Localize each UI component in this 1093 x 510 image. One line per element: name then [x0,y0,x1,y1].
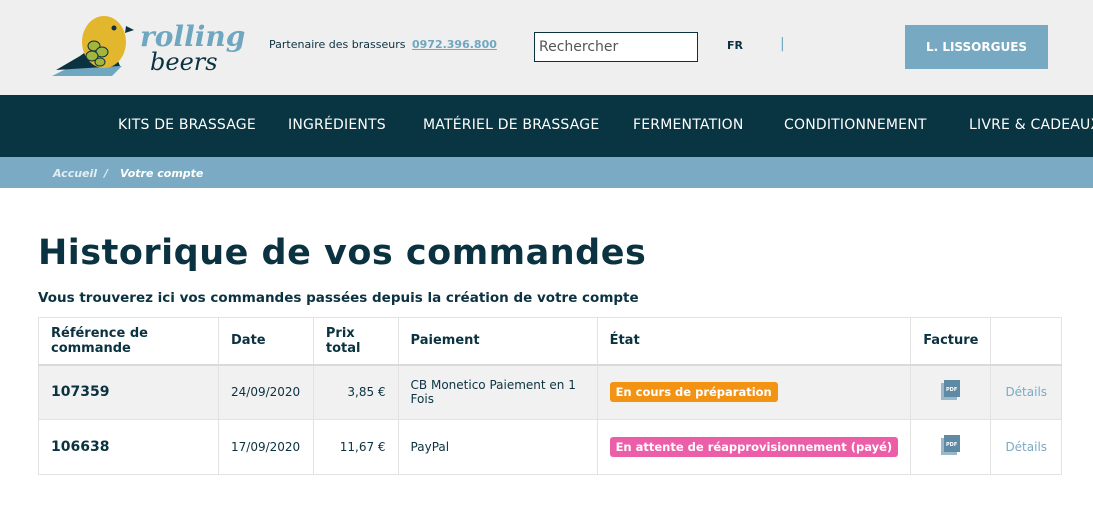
top-header: rolling beers Partenaire des brasseurs 0… [0,0,1093,95]
header-separator: | [780,36,785,52]
table-row[interactable]: 107359 24/09/2020 3,85 € CB Monetico Pai… [38,364,1062,420]
order-status-cell: En attente de réapprovisionnement (payé) [596,419,912,475]
breadcrumb: Accueil / Votre compte [0,157,1093,188]
order-total: 11,67 € [312,419,399,475]
column-header-invoice: Facture [910,317,992,366]
order-total: 3,85 € [312,364,399,420]
nav-item-ingredients[interactable]: INGRÉDIENTS [288,117,386,133]
page-title: Historique de vos commandes [38,233,647,273]
pdf-icon[interactable]: PDF [940,434,961,457]
nav-item-fermentation[interactable]: FERMENTATION [633,117,744,133]
column-header-payment: Paiement [397,317,598,366]
nav-item-materiel[interactable]: MATÉRIEL DE BRASSAGE [423,117,599,133]
svg-text:PDF: PDF [946,442,957,448]
page-subtitle: Vous trouverez ici vos commandes passées… [38,290,639,306]
invoice-cell: PDF [910,419,992,475]
main-nav: KITS DE BRASSAGE INGRÉDIENTS MATÉRIEL DE… [0,95,1093,157]
order-payment: PayPal [397,419,598,475]
table-header-row: Référence de commande Date Prix total Pa… [38,317,1062,366]
status-badge: En attente de réapprovisionnement (payé) [609,437,899,457]
partner-label: Partenaire des brasseurs [269,38,406,51]
column-header-date: Date [218,317,314,366]
column-header-actions [990,317,1062,366]
nav-item-kits[interactable]: KITS DE BRASSAGE [118,117,256,133]
breadcrumb-current: Votre compte [120,167,204,180]
details-link[interactable]: Détails [990,419,1062,475]
search-input[interactable] [534,32,698,62]
svg-text:beers: beers [150,48,218,76]
orders-table: Référence de commande Date Prix total Pa… [38,317,1062,475]
order-reference[interactable]: 107359 [38,364,219,420]
column-header-reference: Référence de commande [38,317,219,366]
language-selector[interactable]: FR [727,39,743,52]
svg-text:PDF: PDF [946,387,957,393]
pdf-icon[interactable]: PDF [940,379,961,402]
nav-item-livre-cadeaux[interactable]: LIVRE & CADEAUX [969,117,1093,133]
breadcrumb-separator: / [104,167,109,180]
table-row[interactable]: 106638 17/09/2020 11,67 € PayPal En atte… [38,419,1062,475]
nav-item-conditionnement[interactable]: CONDITIONNEMENT [784,117,927,133]
order-date: 24/09/2020 [218,364,314,420]
column-header-total: Prix total [312,317,399,366]
brand-wordmark: rolling beers [140,20,260,80]
account-button[interactable]: L. LISSORGUES [905,25,1048,69]
phone-link[interactable]: 0972.396.800 [412,38,497,51]
details-link[interactable]: Détails [990,364,1062,420]
order-status-cell: En cours de préparation [596,364,912,420]
order-reference[interactable]: 106638 [38,419,219,475]
order-payment: CB Monetico Paiement en 1 Fois [397,364,598,420]
column-header-status: État [596,317,912,366]
order-date: 17/09/2020 [218,419,314,475]
breadcrumb-home[interactable]: Accueil [53,167,97,180]
invoice-cell: PDF [910,364,992,420]
partner-text: Partenaire des brasseurs 0972.396.800 [269,38,497,51]
status-badge: En cours de préparation [609,382,778,403]
